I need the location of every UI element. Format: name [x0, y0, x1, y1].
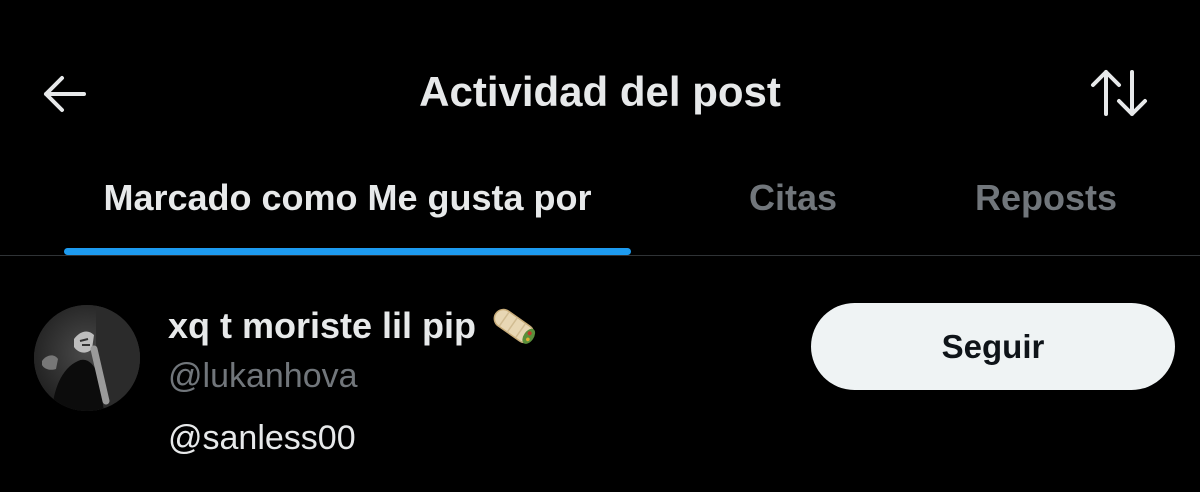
active-tab-indicator — [64, 248, 631, 255]
tab-quotes[interactable]: Citas — [700, 160, 886, 256]
user-bio[interactable]: @sanless00 — [168, 416, 356, 460]
tab-quotes-label: Citas — [748, 177, 838, 218]
sort-arrows-icon — [1091, 70, 1147, 116]
display-name-text: xq t moriste lil pip — [168, 305, 477, 346]
sort-button[interactable] — [1084, 64, 1154, 122]
arrow-left-icon — [44, 76, 86, 112]
top-bar: Actividad del post — [0, 0, 1200, 180]
follow-button[interactable]: Seguir — [811, 303, 1175, 390]
user-handle: @lukanhova — [168, 357, 358, 395]
tab-reposts[interactable]: Reposts — [946, 160, 1146, 256]
user-list-item[interactable]: xq t moriste lil pip @lukanhova @sanless… — [0, 256, 1200, 492]
tab-reposts-label: Reposts — [974, 177, 1118, 218]
tab-bar: Marcado como Me gusta por Citas Reposts — [0, 160, 1200, 256]
avatar-photo — [34, 305, 140, 411]
avatar[interactable] — [34, 305, 140, 411]
tab-likes[interactable]: Marcado como Me gusta por — [64, 160, 631, 256]
user-display-name[interactable]: xq t moriste lil pip — [168, 304, 540, 348]
burrito-emoji-icon — [488, 304, 540, 348]
back-button[interactable] — [34, 66, 94, 122]
page-title: Actividad del post — [419, 68, 781, 115]
tab-likes-label: Marcado como Me gusta por — [103, 177, 592, 218]
